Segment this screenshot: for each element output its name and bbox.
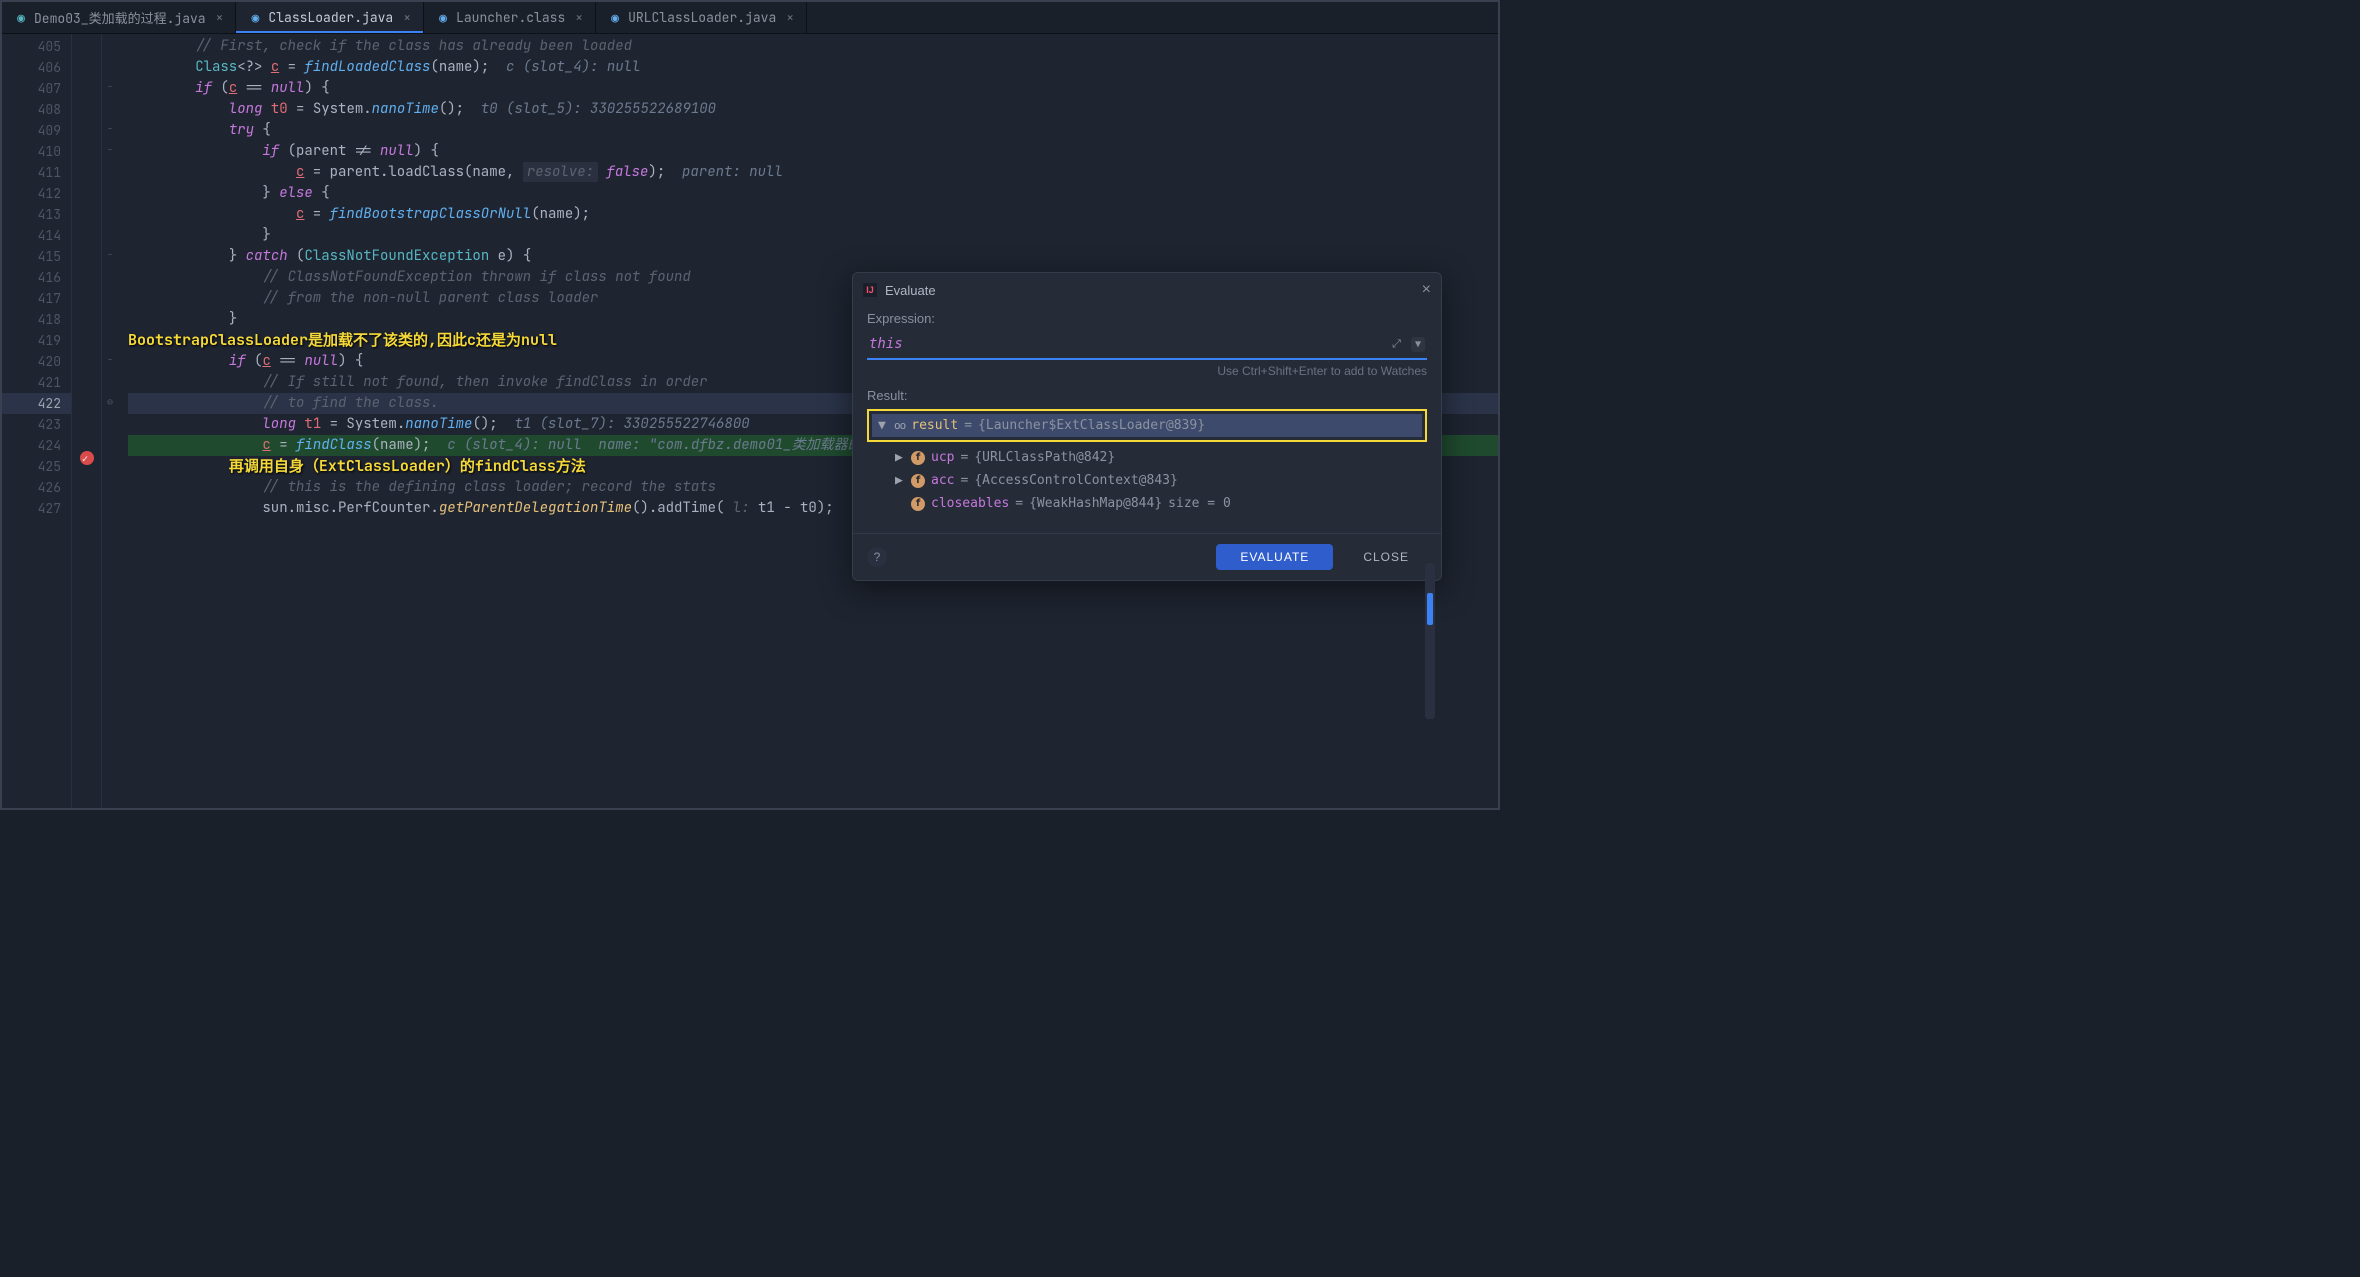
fold-marker-icon[interactable]: −	[104, 80, 116, 92]
java-lib-icon: ◉	[248, 11, 262, 25]
field-value: {URLClassPath@842}	[974, 450, 1115, 465]
close-icon[interactable]: ×	[575, 9, 583, 26]
field-name: ucp	[931, 450, 954, 465]
expand-icon[interactable]: ⤢	[1392, 337, 1401, 351]
editor-tabs-bar: ◉ Demo03_类加载的过程.java × ◉ ClassLoader.jav…	[2, 2, 1498, 34]
tab-label: ClassLoader.java	[268, 9, 393, 26]
result-child-row[interactable]: ▶f acc = {AccessControlContext@843}	[867, 469, 1427, 492]
code-line[interactable]: c = findBootstrapClassOrNull(name);	[128, 204, 1498, 225]
expression-input[interactable]: this ⤢ ▼	[867, 332, 1427, 360]
evaluate-dialog[interactable]: IJ Evaluate × Expression: this ⤢ ▼ Use C…	[852, 272, 1442, 581]
expression-value: this	[869, 336, 903, 352]
field-value: {AccessControlContext@843}	[974, 473, 1178, 488]
code-line[interactable]: } else {	[128, 183, 1498, 204]
object-icon: oo	[894, 419, 905, 432]
code-line[interactable]: // First, check if the class has already…	[128, 36, 1498, 57]
code-line[interactable]: } catch (ClassNotFoundException e) {	[128, 246, 1498, 267]
java-lib-icon: ◉	[608, 11, 622, 25]
tab-label: Launcher.class	[456, 9, 565, 26]
code-line[interactable]: Class<?> c = findLoadedClass(name); c (s…	[128, 57, 1498, 78]
expand-arrow-icon[interactable]: ▶	[895, 450, 905, 465]
code-line[interactable]: try {	[128, 120, 1498, 141]
breakpoint-gutter[interactable]	[72, 34, 102, 808]
fold-gutter[interactable]: − − − − − ⊖	[102, 34, 120, 808]
java-class-icon: ◉	[14, 11, 28, 25]
expand-arrow-icon[interactable]: ▶	[895, 473, 905, 488]
intellij-icon: IJ	[863, 283, 877, 297]
fold-marker-icon[interactable]: −	[104, 248, 116, 260]
tab-classloader[interactable]: ◉ ClassLoader.java ×	[236, 2, 424, 33]
close-button[interactable]: CLOSE	[1345, 544, 1427, 570]
code-line[interactable]: if (c == null) {	[128, 78, 1498, 99]
java-lib-icon: ◉	[436, 11, 450, 25]
scrollbar-track[interactable]	[1425, 563, 1435, 719]
scrollbar-thumb[interactable]	[1427, 593, 1433, 625]
field-icon: f	[911, 474, 925, 488]
tab-label: URLClassLoader.java	[628, 9, 776, 26]
fold-marker-icon[interactable]: ⊖	[104, 395, 116, 407]
tab-launcher[interactable]: ◉ Launcher.class ×	[424, 2, 596, 33]
tab-urlclassloader[interactable]: ◉ URLClassLoader.java ×	[596, 2, 807, 33]
tab-demo03[interactable]: ◉ Demo03_类加载的过程.java ×	[2, 2, 236, 33]
code-line[interactable]: c = parent.loadClass(name, resolve: fals…	[128, 162, 1498, 183]
result-label: Result:	[867, 388, 1427, 403]
dialog-header[interactable]: IJ Evaluate ×	[853, 273, 1441, 307]
chevron-down-icon[interactable]: ▼	[1411, 337, 1425, 352]
var-name: result	[911, 418, 958, 433]
fold-marker-icon[interactable]: −	[104, 143, 116, 155]
code-line[interactable]: if (parent != null) {	[128, 141, 1498, 162]
field-value: {WeakHashMap@844}	[1029, 496, 1162, 511]
field-name: closeables	[931, 496, 1009, 511]
result-highlight-box: ▼ oo result = {Launcher$ExtClassLoader@8…	[867, 409, 1427, 442]
result-child-row[interactable]: f closeables = {WeakHashMap@844} size = …	[867, 492, 1427, 515]
input-hint: Use Ctrl+Shift+Enter to add to Watches	[867, 360, 1427, 388]
field-name: acc	[931, 473, 954, 488]
result-root-row[interactable]: ▼ oo result = {Launcher$ExtClassLoader@8…	[872, 414, 1422, 437]
line-number-gutter: 4054064074084094104114124134144154164174…	[2, 34, 72, 808]
code-line[interactable]: }	[128, 225, 1498, 246]
breakpoint-icon[interactable]	[80, 451, 94, 465]
close-icon[interactable]: ×	[1422, 281, 1431, 299]
evaluate-button[interactable]: EVALUATE	[1216, 544, 1333, 570]
field-icon: f	[911, 451, 925, 465]
close-icon[interactable]: ×	[403, 9, 411, 26]
result-child-row[interactable]: ▶f ucp = {URLClassPath@842}	[867, 446, 1427, 469]
fold-marker-icon[interactable]: −	[104, 122, 116, 134]
dialog-title: Evaluate	[885, 283, 1414, 298]
field-icon: f	[911, 497, 925, 511]
var-value: {Launcher$ExtClassLoader@839}	[978, 418, 1205, 433]
close-icon[interactable]: ×	[786, 9, 794, 26]
close-icon[interactable]: ×	[216, 9, 224, 26]
tab-label: Demo03_类加载的过程.java	[34, 8, 206, 27]
expression-label: Expression:	[867, 311, 1427, 326]
expand-arrow-icon[interactable]: ▼	[878, 418, 888, 433]
code-line[interactable]: long t0 = System.nanoTime(); t0 (slot_5)…	[128, 99, 1498, 120]
fold-marker-icon[interactable]: −	[104, 353, 116, 365]
help-button[interactable]: ?	[867, 547, 887, 567]
